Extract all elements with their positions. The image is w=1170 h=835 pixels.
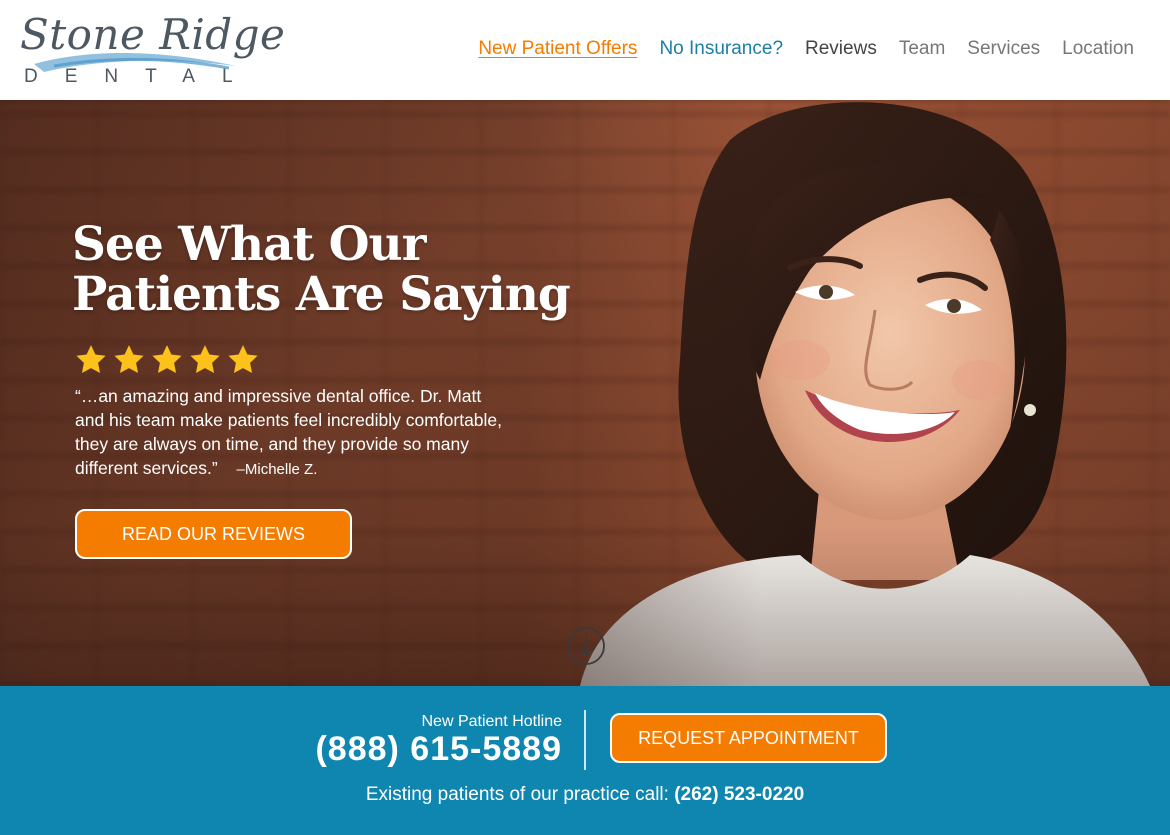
review-quote: “…an amazing and impressive dental offic… bbox=[75, 384, 515, 482]
review-author: –Michelle Z. bbox=[236, 461, 318, 478]
nav-no-insurance[interactable]: No Insurance? bbox=[659, 38, 783, 60]
contact-bar: New Patient Hotline (888) 615-5889 REQUE… bbox=[0, 686, 1170, 835]
nav-services[interactable]: Services bbox=[967, 38, 1040, 60]
read-reviews-button[interactable]: READ OUR REVIEWS bbox=[75, 509, 352, 559]
arrow-down-circle-icon[interactable] bbox=[566, 626, 606, 666]
star-icon bbox=[228, 345, 258, 374]
star-icon bbox=[76, 345, 106, 374]
stone-ridge-dental-logo[interactable]: Stone Ridge DENTAL bbox=[14, 6, 285, 94]
nav-new-patient-offers[interactable]: New Patient Offers bbox=[478, 38, 637, 60]
request-appointment-button[interactable]: REQUEST APPOINTMENT bbox=[610, 713, 887, 763]
contact-divider bbox=[584, 710, 586, 770]
star-icon bbox=[114, 345, 144, 374]
nav-reviews[interactable]: Reviews bbox=[805, 38, 877, 60]
logo-script-text: Stone Ridge bbox=[20, 10, 286, 59]
existing-patients-line: Existing patients of our practice call: … bbox=[0, 784, 1170, 806]
hero-title-line-1: See What Our bbox=[72, 217, 426, 272]
hero-section: See What Our Patients Are Saying “…an am… bbox=[0, 100, 1170, 686]
existing-patients-text: Existing patients of our practice call: bbox=[365, 784, 669, 805]
hotline-phone-link[interactable]: (888) 615-5889 bbox=[315, 730, 562, 769]
main-nav: New Patient Offers No Insurance? Reviews… bbox=[478, 38, 1134, 60]
star-icon bbox=[152, 345, 182, 374]
hero-title-line-2: Patients Are Saying bbox=[72, 267, 571, 322]
nav-location[interactable]: Location bbox=[1062, 38, 1134, 60]
hero-title: See What Our Patients Are Saying bbox=[72, 217, 571, 322]
site-header: Stone Ridge DENTAL New Patient Offers No… bbox=[0, 0, 1170, 100]
five-star-rating bbox=[74, 343, 260, 377]
star-icon bbox=[190, 345, 220, 374]
nav-team[interactable]: Team bbox=[899, 38, 945, 60]
existing-patients-phone-link[interactable]: (262) 523-0220 bbox=[674, 784, 804, 805]
hotline-label: New Patient Hotline bbox=[421, 713, 562, 730]
logo-sub-text: DENTAL bbox=[24, 66, 260, 87]
